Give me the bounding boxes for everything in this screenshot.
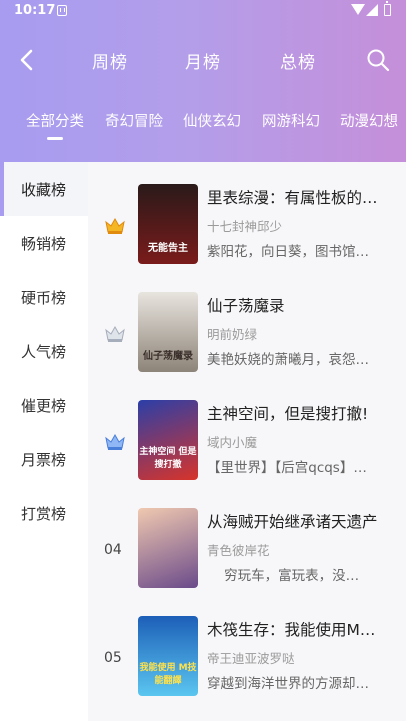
sidebar-item-favorites[interactable]: 收藏榜 <box>0 162 88 216</box>
book-author: 明前奶绿 <box>207 327 258 342</box>
notification-icon <box>57 5 67 16</box>
sidebar-item-bestselling[interactable]: 畅销榜 <box>0 216 88 270</box>
book-description: 美艳妖娆的萧曦月，哀怨… <box>207 352 369 368</box>
book-cover: 我能使用 M技能翻譯 <box>138 616 198 696</box>
book-description: 【里世界】【后宫qcqs】… <box>207 460 367 476</box>
ranking-sidebar: 收藏榜 畅销榜 硬币榜 人气榜 催更榜 月票榜 打赏榜 <box>0 162 88 721</box>
book-title: 木筏生存：我能使用M… <box>207 621 376 639</box>
sidebar-item-popularity[interactable]: 人气榜 <box>0 324 88 378</box>
search-icon[interactable] <box>366 48 390 72</box>
book-cover: 主神空间 但是搜打撤 <box>138 400 198 480</box>
silver-crown-icon <box>105 325 125 342</box>
category-xianxia[interactable]: 仙侠玄幻 <box>183 110 241 131</box>
category-online-game-scifi[interactable]: 网游科幻 <box>262 110 320 131</box>
sidebar-item-label: 收藏榜 <box>21 180 67 199</box>
cover-title: 我能使用 M技能翻譯 <box>139 663 197 686</box>
category-fantasy-adventure[interactable]: 奇幻冒险 <box>105 110 163 131</box>
status-bar: 10:17 <box>0 0 406 24</box>
book-description: 穿越到海洋世界的方源却… <box>207 676 369 692</box>
list-item[interactable]: 无能告主 里表综漫：有属性板的… 十七封神邱少 紫阳花，向日葵，图书馆… <box>88 172 406 280</box>
signal-icon <box>366 4 378 16</box>
battery-icon <box>384 1 391 16</box>
cover-title: 仙子荡魔录 <box>143 351 193 362</box>
wifi-icon <box>351 4 365 15</box>
sidebar-item-label: 月票榜 <box>21 450 67 469</box>
rank-number: 05 <box>104 650 122 666</box>
book-title: 里表综漫：有属性板的… <box>207 189 378 207</box>
sidebar-item-urge-update[interactable]: 催更榜 <box>0 378 88 432</box>
book-cover: 无能告主 <box>138 184 198 264</box>
tab-weekly[interactable]: 周榜 <box>92 48 128 73</box>
list-item[interactable]: 仙子荡魔录 仙子荡魔录 明前奶绿 美艳妖娆的萧曦月，哀怨… <box>88 280 406 388</box>
list-item[interactable]: 04 从海贼开始继承诸天遗产 青色彼岸花 穷玩车，富玩表，没… <box>88 496 406 604</box>
back-arrow-icon[interactable] <box>15 47 41 73</box>
sidebar-item-tips[interactable]: 打赏榜 <box>0 486 88 540</box>
book-description: 穷玩车，富玩表，没… <box>207 568 360 584</box>
list-item[interactable]: 05 我能使用 M技能翻譯 木筏生存：我能使用M… 帝王迪亚波罗哒 穿越到海洋世… <box>88 604 406 712</box>
book-title: 仙子荡魔录 <box>207 297 285 315</box>
tab-monthly[interactable]: 月榜 <box>185 48 221 73</box>
sidebar-item-monthly-ticket[interactable]: 月票榜 <box>0 432 88 486</box>
book-author: 帝王迪亚波罗哒 <box>207 651 295 666</box>
sidebar-item-coins[interactable]: 硬币榜 <box>0 270 88 324</box>
book-title: 从海贼开始继承诸天遗产 <box>207 513 378 531</box>
book-cover <box>138 508 198 588</box>
sidebar-item-label: 打赏榜 <box>21 504 67 523</box>
category-anime-fantasy[interactable]: 动漫幻想 <box>340 110 398 131</box>
book-author: 青色彼岸花 <box>207 543 270 558</box>
rank-number: 04 <box>104 542 122 558</box>
blue-crown-icon <box>105 433 125 450</box>
book-author: 十七封神邱少 <box>207 219 283 234</box>
sidebar-item-label: 人气榜 <box>21 342 67 361</box>
category-all[interactable]: 全部分类 <box>26 110 84 140</box>
gold-crown-icon <box>105 217 125 234</box>
status-time: 10:17 <box>14 3 56 18</box>
sidebar-item-label: 硬币榜 <box>21 288 67 307</box>
book-title: 主神空间，但是搜打撤! <box>207 405 369 423</box>
book-description: 紫阳花，向日葵，图书馆… <box>207 244 369 260</box>
sidebar-item-label: 催更榜 <box>21 396 67 415</box>
book-author: 域内小魔 <box>207 435 258 450</box>
cover-title: 无能告主 <box>148 243 188 254</box>
sidebar-item-label: 畅销榜 <box>21 234 67 253</box>
list-item[interactable]: 主神空间 但是搜打撤 主神空间，但是搜打撤! 域内小魔 【里世界】【后宫qcqs… <box>88 388 406 496</box>
book-cover: 仙子荡魔录 <box>138 292 198 372</box>
tab-overall[interactable]: 总榜 <box>280 48 316 73</box>
cover-title: 主神空间 但是搜打撤 <box>139 447 197 470</box>
